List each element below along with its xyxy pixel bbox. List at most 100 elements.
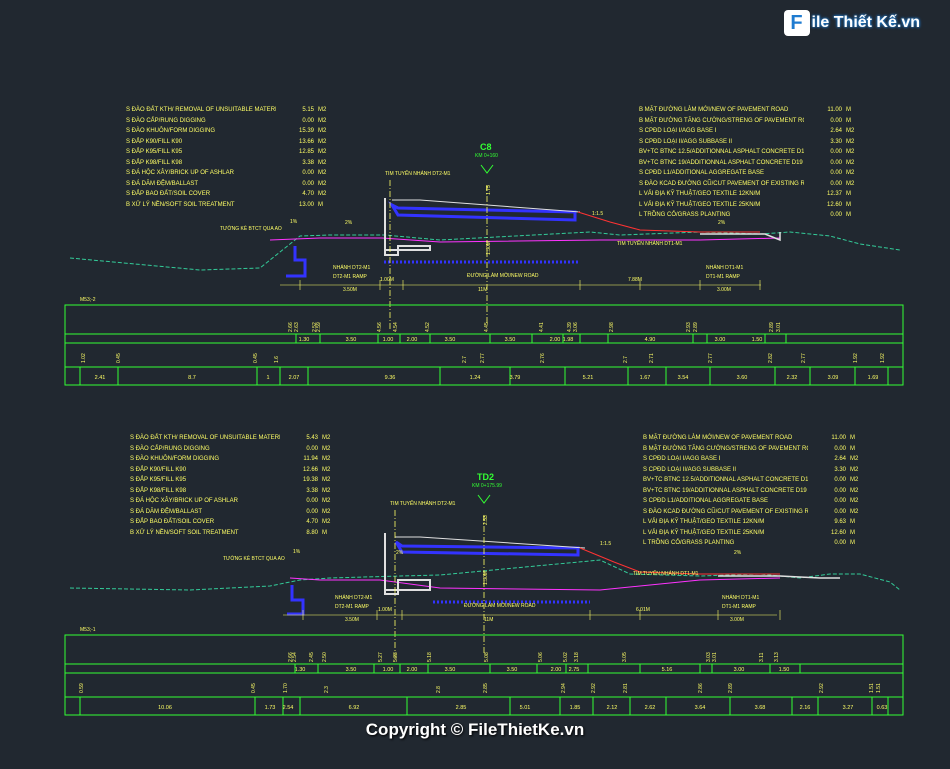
- qty-right-label: S CPĐD LOẠI I/AGG BASE I: [643, 456, 721, 462]
- qty-right-label: S CPĐD L1/ADDITIONAL AGGREGATE BASE: [639, 170, 765, 176]
- qty-left-row: S ĐÁ DĂM ĐỆM/BALLAST 0.00 M2: [130, 507, 344, 518]
- qty-right-row: B MẶT ĐƯỜNG TĂNG CƯỜNG/STRENG OF PAVEMEN…: [643, 444, 872, 455]
- qty-left-value: 4.70: [306, 519, 318, 525]
- qty-left-row: S ĐẮP K90/FILL K90 13.66 M2: [126, 137, 340, 148]
- qty-left-value: 8.80: [306, 529, 318, 536]
- scale-label: M53;-1: [80, 627, 96, 633]
- distance-value: 9.36: [385, 375, 396, 381]
- ground-elevation: 2.94: [561, 683, 567, 693]
- qty-left-row: S ĐÀO ĐẤT KTH/ REMOVAL OF UNSUITABLE MAT…: [130, 433, 344, 444]
- centerline-dt1-label: TIM TUYẾN NHÁNH DT1-M1: [633, 570, 699, 577]
- qty-right-row: S CPĐD LOẠI I/AGG BASE I 2.64 M2: [643, 454, 872, 465]
- qty-left-row: S ĐẮP K95/FILL K95 19.38 M2: [130, 475, 344, 486]
- qty-right-row: L TRỒNG CỎ/GRASS PLANTING 0.00 M: [643, 538, 872, 549]
- distance-value: 1.85: [570, 705, 581, 711]
- qty-right-value: 0.00: [830, 180, 842, 187]
- qty-left-value: 13.66: [298, 138, 314, 145]
- qty-right-label: BV+TC BTNC 12.5/ADDITIONNAL ASPHALT CONC…: [643, 477, 808, 483]
- offset-width: 1.50: [779, 667, 790, 673]
- design-elevation: 2.98: [609, 322, 615, 332]
- qty-left-row: S ĐÁ DĂM ĐỆM/BALLAST 0.00 M2: [126, 179, 340, 190]
- qty-right-row: S CPĐD LOẠI II/AGG SUBBASE II 3.30 M2: [639, 137, 868, 148]
- design-elevation: 2.63: [294, 322, 300, 332]
- qty-left-value: 11.94: [303, 456, 318, 462]
- qty-right-unit: M: [846, 212, 851, 218]
- qty-right-value: 0.00: [834, 487, 846, 494]
- qty-right-value: 0.00: [830, 159, 842, 166]
- earthwork-line: [269, 237, 781, 243]
- offset-width: 4.90: [645, 337, 656, 343]
- ground-elevation: 2.86: [698, 683, 704, 693]
- qty-left-value: 0.00: [302, 170, 314, 176]
- qty-left-value: 0.00: [306, 498, 318, 504]
- qty-left-label: S ĐÀO KHUÔN/FORM DIGGING: [130, 456, 220, 462]
- qty-left-value: 0.00: [306, 445, 318, 452]
- qty-right-label: B MẶT ĐƯỜNG LÀM MỚI/NEW OF PAVEMENT ROAD: [639, 107, 789, 113]
- qty-left-unit: M2: [322, 435, 331, 441]
- distance-value: 1.67: [640, 375, 651, 381]
- qty-left-value: 4.70: [302, 191, 314, 197]
- centerline-dt2-label: TIM TUYẾN NHÁNH DT2-M1: [385, 170, 451, 177]
- design-elevation: 2.54: [292, 652, 298, 662]
- distance-value: 2.16: [800, 705, 811, 711]
- qty-right-unit: M2: [846, 149, 855, 155]
- ground-elevation: 2.8: [436, 686, 442, 693]
- ramp-dt1-sub: DT1-M1 RAMP: [706, 274, 741, 280]
- centerline-dt2-label: TIM TUYẾN NHÁNH DT2-M1: [390, 500, 456, 507]
- distance-value: 0.63: [877, 705, 888, 711]
- qty-left-value: 3.38: [302, 159, 314, 166]
- station-label: TD2: [477, 472, 494, 482]
- qty-right-row: B MẶT ĐƯỜNG LÀM MỚI/NEW OF PAVEMENT ROAD…: [639, 105, 868, 116]
- distance-value: 2.85: [456, 705, 467, 711]
- qty-right-label: L TRỒNG CỎ/GRASS PLANTING: [643, 540, 735, 546]
- station-arrow-icon: [477, 494, 491, 504]
- qty-left-value: 0.00: [302, 180, 314, 187]
- qty-left-unit: M2: [318, 128, 327, 134]
- design-elevation: 2.59: [316, 322, 322, 332]
- dim-gap: 1.00M: [380, 277, 394, 283]
- design-elevation: 4.45: [484, 322, 490, 332]
- qty-left-row: S ĐẮP BAO ĐẤT/SOIL COVER 4.70 M2: [130, 517, 344, 528]
- qty-left-label: S ĐẮP BAO ĐẤT/SOIL COVER: [126, 191, 211, 197]
- ground-elevation: 2.3: [324, 686, 330, 693]
- distance-value: 3.54: [678, 375, 689, 381]
- ground-elevation: 2.81: [623, 683, 629, 693]
- qty-left-unit: M2: [318, 107, 327, 113]
- qty-left-unit: M2: [322, 477, 331, 483]
- ground-elevation: 1.92: [880, 353, 886, 363]
- qty-left-label: S ĐẮP K95/FILL K95: [130, 477, 187, 483]
- qty-left-label: B XỬ LÝ NỀN/SOFT SOIL TREATMENT: [130, 529, 239, 536]
- qty-right-value: 0.00: [830, 170, 842, 176]
- offset-width: 3.50: [346, 337, 357, 343]
- qty-right-label: BV+TC BTNC 12.5/ADDITIONNAL ASPHALT CONC…: [639, 149, 804, 155]
- dim-new: 11M: [478, 287, 487, 293]
- qty-right-row: S CPĐD LOẠI I/AGG BASE I 2.64 M2: [639, 126, 868, 137]
- ground-elevation: 1.92: [853, 353, 859, 363]
- qty-right-row: S ĐÀO KCAD ĐƯỜNG CŨ/CUT PAVEMENT OF EXIS…: [643, 507, 872, 518]
- offset-width: 3.50: [445, 337, 456, 343]
- ramp-dt1-label: NHÁNH DT1-M1: [722, 594, 759, 601]
- qty-left-value: 5.15: [302, 107, 314, 113]
- design-elevation: 2.89: [769, 322, 775, 332]
- offset-width: 3.50: [346, 667, 357, 673]
- design-elevation: 3.13: [774, 652, 780, 662]
- distance-value: 2.07: [289, 375, 300, 381]
- quantities-left-section-1: S ĐÀO ĐẤT KTH/ REMOVAL OF UNSUITABLE MAT…: [126, 105, 340, 210]
- qty-left-value: 12.85: [298, 149, 314, 155]
- qty-right-value: 0.00: [834, 445, 846, 452]
- qty-right-unit: M: [850, 519, 855, 525]
- slope-label: 1:1.5: [600, 541, 611, 547]
- qty-right-label: L VẢI ĐỊA KỸ THUẬT/GEO TEXTILE 12KN/M: [643, 519, 765, 525]
- qty-right-unit: M: [846, 201, 851, 208]
- distance-value: 6.92: [349, 705, 360, 711]
- qty-left-label: S ĐÀO CẤP/RUNG DIGGING: [130, 445, 210, 452]
- design-elevation: 3.06: [573, 322, 579, 332]
- distance-value: 3.64: [695, 705, 706, 711]
- qty-right-row: L VẢI ĐỊA KỸ THUẬT/GEO TEXTILE 25KN/M 12.…: [643, 528, 872, 539]
- qty-right-value: 0.00: [834, 477, 846, 483]
- ground-elevation: 2.85: [483, 683, 489, 693]
- qty-left-label: S ĐÁ HỘC XÂY/BRICK UP OF ASHLAR: [130, 498, 238, 504]
- design-elevation: 3.01: [776, 322, 782, 332]
- qty-left-label: S ĐÁ DĂM ĐỆM/BALLAST: [126, 180, 199, 187]
- design-elevation: 5.08: [484, 652, 490, 662]
